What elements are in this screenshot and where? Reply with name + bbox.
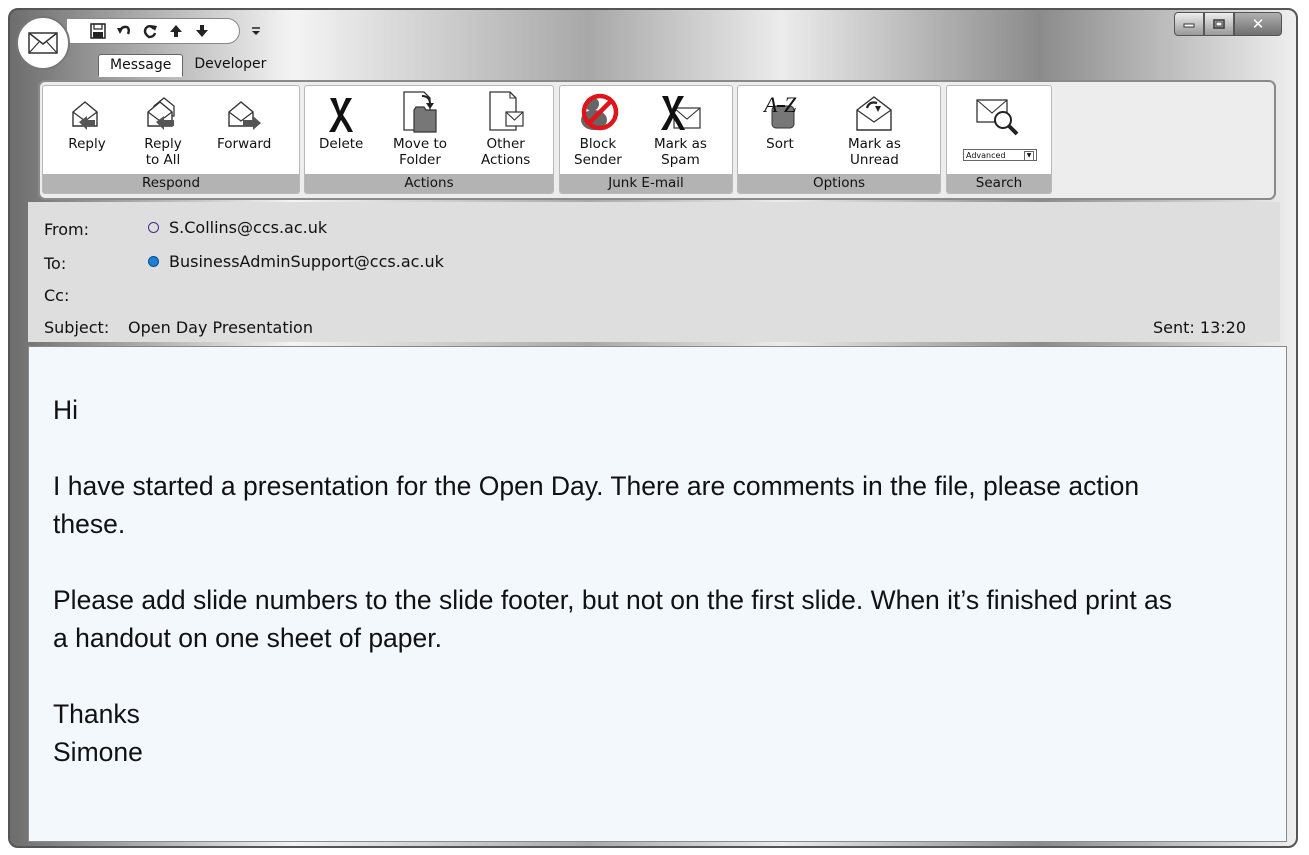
close-button[interactable]: ✕ (1234, 12, 1282, 36)
search-mail-icon[interactable] (975, 96, 1027, 142)
advanced-search-select[interactable]: Advanced ▼ (963, 149, 1037, 161)
contact-status-icon (148, 222, 159, 233)
svg-text:A: A (762, 92, 778, 117)
other-actions-icon (484, 88, 528, 134)
svg-text:Z: Z (784, 92, 797, 117)
other-actions-button[interactable]: Other Actions (481, 88, 530, 168)
ribbon: Reply Reply to All Forward Respond Delet… (38, 80, 1276, 200)
reply-all-icon (141, 88, 185, 134)
body-paragraph: Please add slide numbers to the slide fo… (53, 585, 1173, 653)
to-value[interactable]: BusinessAdminSupport@ccs.ac.uk (148, 252, 444, 271)
window-controls: ✕ (1174, 12, 1282, 38)
mark-spam-button[interactable]: Mark as Spam (654, 88, 707, 168)
group-label-search: Search (947, 174, 1051, 193)
move-to-folder-button[interactable]: Move to Folder (393, 88, 447, 168)
group-label-respond: Respond (43, 174, 299, 193)
group-label-junk-email: Junk E-mail (560, 174, 732, 193)
delete-button[interactable]: Delete (319, 88, 363, 152)
email-window: ✕ Message Developer Reply Reply to All F… (8, 8, 1298, 848)
sort-az-icon: AZ (758, 88, 802, 134)
subject-label: Subject: (44, 318, 110, 337)
message-body[interactable]: Hi I have started a presentation for the… (28, 346, 1287, 842)
forward-button[interactable]: Forward (217, 88, 271, 152)
down-arrow-icon[interactable] (193, 22, 211, 40)
undo-icon[interactable] (115, 22, 133, 40)
quick-access-toolbar (66, 18, 240, 44)
ribbon-tabs: Message Developer (98, 54, 277, 77)
reply-icon (65, 88, 109, 134)
to-label: To: (44, 254, 67, 273)
closing: Thanks (53, 699, 140, 729)
customize-toolbar-icon[interactable] (250, 22, 262, 40)
ribbon-group-junk-email: Block Sender Mark as Spam Junk E-mail (559, 85, 733, 194)
ribbon-group-search: Advanced ▼ Search (946, 85, 1052, 194)
ribbon-group-actions: Delete Move to Folder Other Actions Acti… (304, 85, 554, 194)
reply-button[interactable]: Reply (65, 88, 109, 152)
group-label-options: Options (738, 174, 940, 193)
contact-status-icon (148, 256, 159, 267)
delete-icon (319, 88, 363, 134)
mark-spam-icon (658, 88, 702, 134)
save-icon[interactable] (89, 22, 107, 40)
body-paragraph: I have started a presentation for the Op… (53, 471, 1140, 539)
move-to-folder-icon (398, 88, 442, 134)
maximize-button[interactable] (1204, 12, 1234, 36)
reply-all-button[interactable]: Reply to All (141, 88, 185, 168)
cc-label: Cc: (44, 286, 70, 305)
ribbon-group-options: AZ Sort Mark as Unread Options (737, 85, 941, 194)
signature: Simone (53, 737, 143, 767)
envelope-app-icon[interactable] (16, 16, 70, 70)
tab-message[interactable]: Message (98, 54, 184, 77)
redo-icon[interactable] (141, 22, 159, 40)
from-value[interactable]: S.Collins@ccs.ac.uk (148, 218, 327, 237)
minimize-button[interactable] (1174, 12, 1204, 36)
message-header: From: S.Collins@ccs.ac.uk To: BusinessAd… (28, 202, 1280, 342)
mark-unread-icon (852, 88, 896, 134)
sort-button[interactable]: AZ Sort (758, 88, 802, 152)
greeting: Hi (53, 395, 79, 425)
forward-icon (222, 88, 266, 134)
block-sender-button[interactable]: Block Sender (574, 88, 622, 168)
mark-unread-button[interactable]: Mark as Unread (848, 88, 901, 168)
ribbon-group-respond: Reply Reply to All Forward Respond (42, 85, 300, 194)
block-sender-icon (576, 88, 620, 134)
tab-developer[interactable]: Developer (183, 54, 277, 77)
chevron-down-icon: ▼ (1024, 151, 1034, 161)
group-label-actions: Actions (305, 174, 553, 193)
from-label: From: (44, 220, 90, 239)
subject-value: Open Day Presentation (128, 318, 313, 337)
up-arrow-icon[interactable] (167, 22, 185, 40)
sent-time: Sent: 13:20 (1152, 318, 1246, 337)
